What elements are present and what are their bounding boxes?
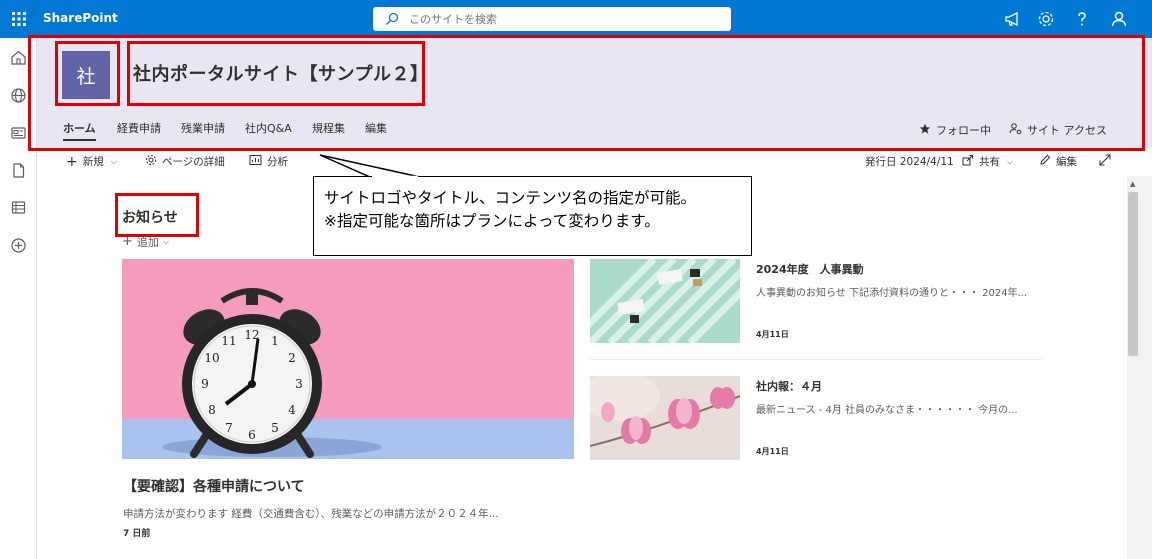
account-icon[interactable] (1109, 9, 1129, 29)
analytics-label: 分析 (267, 156, 288, 168)
add-news-button[interactable]: + 追加 ⌵ (122, 234, 169, 250)
site-header: 社 社内ポータルサイト【サンプル２】 ホーム 経費申請 残業申請 社内Q&A 規… (37, 38, 1152, 148)
svg-text:6: 6 (248, 428, 256, 442)
nav-item-edit[interactable]: 編集 (365, 120, 387, 136)
pencil-icon (1039, 154, 1051, 169)
annotation-callout: サイトロゴやタイトル、コンテンツ名の指定が可能。 ※指定可能な箇所はプランによっ… (313, 176, 752, 256)
news-item-thumbnail[interactable] (590, 376, 740, 460)
svg-text:7: 7 (225, 421, 233, 435)
callout-line-2: ※指定可能な箇所はプランによって変わります。 (324, 212, 660, 230)
left-rail (0, 38, 37, 559)
news-item-description: 人事異動のお知らせ 下記添付資料の通りと・・・ 2024年... (756, 288, 1028, 299)
page-details-button[interactable]: ページの詳細 (145, 154, 225, 169)
scroll-up-icon[interactable]: ▲ (1130, 180, 1135, 188)
chevron-down-icon: ⌵ (110, 156, 117, 166)
analytics-icon (249, 154, 262, 169)
nav-item-regulations[interactable]: 規程集 (312, 120, 345, 136)
nav-item-qa[interactable]: 社内Q&A (245, 120, 292, 136)
expand-icon[interactable] (1099, 154, 1111, 166)
svg-text:9: 9 (201, 377, 209, 391)
site-logo[interactable]: 社 (62, 51, 110, 99)
megaphone-icon[interactable] (1003, 9, 1023, 29)
published-date: 発行日 2024/4/11 (865, 154, 954, 169)
nav-item-overtime[interactable]: 残業申請 (181, 120, 225, 136)
edit-button[interactable]: 編集 (1039, 154, 1077, 169)
follow-label: フォロー中 (936, 124, 991, 137)
help-icon[interactable] (1072, 9, 1092, 29)
star-icon (919, 123, 931, 138)
search-box[interactable] (373, 7, 731, 31)
news-item-date: 4月11日 (756, 447, 789, 456)
news-item-date: 4月11日 (756, 330, 789, 339)
svg-text:8: 8 (208, 403, 216, 417)
site-title[interactable]: 社内ポータルサイト【サンプル２】 (133, 60, 428, 86)
analytics-button[interactable]: 分析 (249, 154, 288, 169)
chevron-down-icon: ⌵ (1007, 156, 1014, 166)
add-circle-icon[interactable] (10, 237, 27, 254)
news-item-title[interactable]: 2024年度 人事異動 (756, 261, 864, 277)
app-launcher-icon[interactable] (8, 8, 30, 30)
command-bar: + 新規 ⌵ ページの詳細 分析 発行日 2024/4/11 共有 ⌵ 編集 (37, 148, 1152, 176)
svg-text:3: 3 (295, 377, 303, 391)
people-settings-icon (1009, 122, 1022, 138)
svg-text:5: 5 (271, 421, 279, 435)
brand-link[interactable]: SharePoint (43, 11, 118, 25)
news-item-description: 最新ニュース - 4月 社員のみなさま・・・・・・ 今月の... (756, 405, 1018, 416)
plus-icon: + (66, 153, 78, 170)
hero-news-description: 申請方法が変わります 経費（交通費含む）、残業などの申請方法が２０２４年... (123, 508, 499, 520)
edit-label: 編集 (1056, 156, 1077, 168)
news-item-thumbnail[interactable] (590, 259, 740, 343)
gear-icon (145, 154, 157, 169)
scrollbar-thumb[interactable] (1128, 192, 1138, 356)
site-access-button[interactable]: サイト アクセス (1009, 122, 1107, 138)
share-icon (962, 154, 974, 169)
page-details-label: ページの詳細 (162, 156, 225, 168)
news-icon[interactable] (10, 124, 27, 141)
hero-news-date: 7 日前 (123, 529, 151, 539)
site-access-label: サイト アクセス (1027, 124, 1107, 137)
follow-button[interactable]: フォロー中 (919, 122, 991, 138)
lists-icon[interactable] (10, 199, 27, 216)
home-icon[interactable] (10, 49, 27, 66)
add-label: 追加 (136, 236, 159, 249)
new-label: 新規 (82, 156, 104, 168)
share-label: 共有 (979, 156, 1000, 168)
svg-text:10: 10 (204, 351, 219, 365)
search-input[interactable] (409, 10, 709, 28)
news-item-title[interactable]: 社内報：４月 (756, 378, 822, 394)
share-button[interactable]: 共有 ⌵ (962, 154, 1013, 169)
hero-news-image[interactable]: 12 1 2 3 4 5 6 7 8 9 10 11 (122, 259, 574, 459)
hero-news-title[interactable]: 【要確認】各種申請について (123, 476, 305, 496)
svg-text:2: 2 (288, 351, 296, 365)
news-section-title: お知らせ (122, 210, 178, 226)
chevron-down-icon: ⌵ (162, 237, 169, 246)
file-icon[interactable] (10, 162, 27, 179)
nav-item-expense[interactable]: 経費申請 (117, 120, 161, 136)
svg-text:1: 1 (271, 334, 279, 348)
nav-item-home[interactable]: ホーム (63, 120, 96, 141)
search-icon (385, 11, 399, 30)
news-divider (590, 359, 1042, 360)
callout-line-1: サイトロゴやタイトル、コンテンツ名の指定が可能。 (324, 189, 697, 207)
svg-text:11: 11 (221, 334, 236, 348)
globe-icon[interactable] (10, 87, 27, 104)
gear-icon[interactable] (1036, 9, 1056, 29)
plus-icon: + (122, 234, 133, 249)
new-button[interactable]: + 新規 ⌵ (66, 154, 117, 169)
svg-text:4: 4 (288, 403, 296, 417)
suite-bar: SharePoint (0, 0, 1152, 38)
published-label: 発行日 2024/4/11 (865, 156, 954, 168)
